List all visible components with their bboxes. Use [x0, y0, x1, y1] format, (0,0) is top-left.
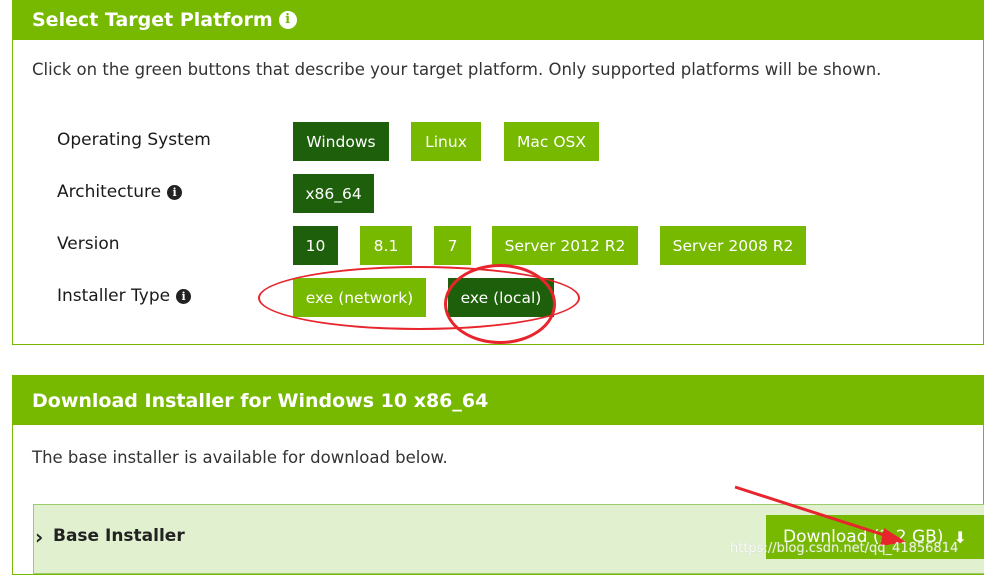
os-option-macosx[interactable]: Mac OSX — [504, 122, 599, 161]
installer-type-label-row: Installer Type i — [57, 286, 192, 306]
version-label: Version — [57, 234, 120, 254]
panel-header: Select Target Platform i — [13, 0, 983, 40]
operating-system-label: Operating System — [57, 130, 211, 150]
os-option-windows[interactable]: Windows — [293, 122, 389, 161]
platform-description: Click on the green buttons that describe… — [32, 60, 882, 79]
version-option-8-1[interactable]: 8.1 — [360, 226, 412, 265]
installer-type-label: Installer Type — [57, 286, 171, 306]
version-option-server-2008-r2[interactable]: Server 2008 R2 — [660, 226, 806, 265]
installer-option-exe-local[interactable]: exe (local) — [448, 278, 554, 317]
panel-header: Download Installer for Windows 10 x86_64 — [13, 376, 983, 425]
architecture-label-row: Architecture i — [57, 182, 183, 202]
arch-option-x86-64[interactable]: x86_64 — [293, 174, 374, 213]
base-installer-label: Base Installer — [53, 526, 185, 546]
info-icon[interactable]: i — [167, 185, 183, 200]
installer-option-exe-network[interactable]: exe (network) — [293, 278, 426, 317]
base-installer-row[interactable]: › Base Installer Download (2.2 GB) ⬇ — [33, 504, 984, 574]
version-option-server-2012-r2[interactable]: Server 2012 R2 — [492, 226, 638, 265]
version-option-10[interactable]: 10 — [293, 226, 338, 265]
os-option-linux[interactable]: Linux — [411, 122, 481, 161]
panel-title: Download Installer for Windows 10 x86_64 — [32, 389, 489, 412]
download-description: The base installer is available for down… — [32, 448, 448, 467]
version-option-7[interactable]: 7 — [434, 226, 471, 265]
chevron-right-icon: › — [35, 525, 44, 549]
panel-title: Select Target Platform — [32, 8, 273, 31]
watermark: https://blog.csdn.net/qq_41856814 — [730, 541, 959, 556]
info-icon[interactable]: i — [176, 289, 192, 304]
select-target-platform-panel: Select Target Platform i Click on the gr… — [12, 0, 984, 345]
info-icon[interactable]: i — [278, 10, 297, 29]
architecture-label: Architecture — [57, 182, 162, 202]
